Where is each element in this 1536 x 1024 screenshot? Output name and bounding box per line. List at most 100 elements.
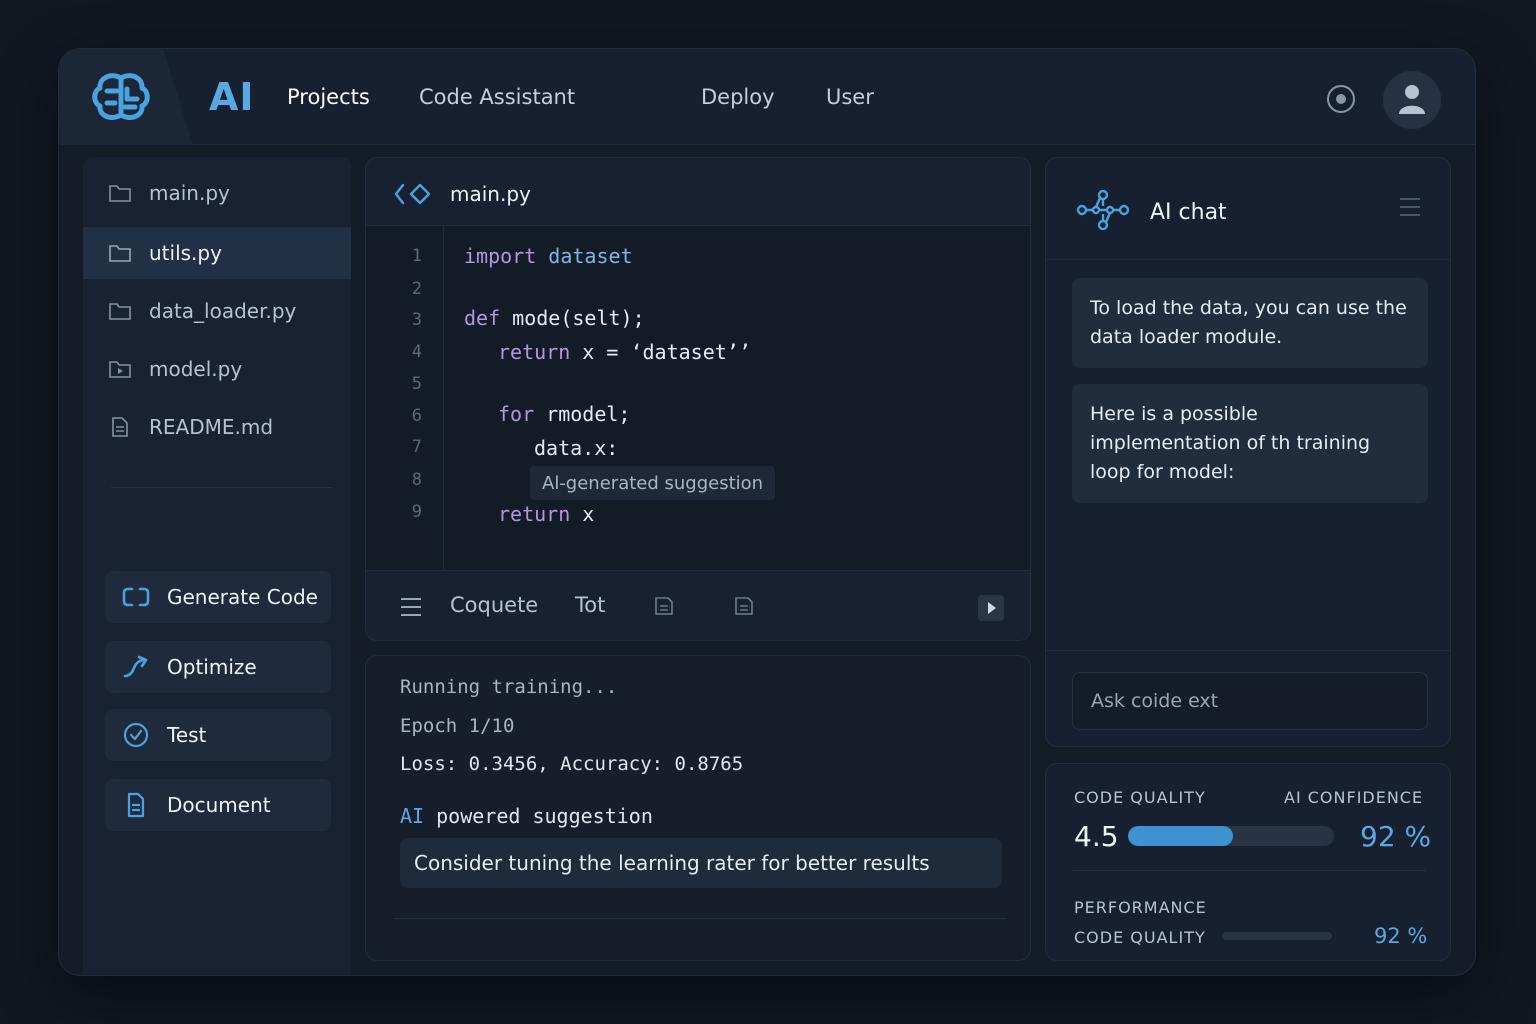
nav-projects[interactable]: Projects	[287, 85, 370, 109]
output-console: Running training... Epoch 1/10 Loss: 0.3…	[365, 655, 1031, 961]
run-play-button[interactable]	[978, 595, 1004, 621]
document-button[interactable]: Document	[105, 779, 331, 831]
ai-chat-panel: AI chat To load the data, you can use th…	[1045, 157, 1451, 747]
code-line-6[interactable]: for rmodel;	[498, 402, 630, 426]
chat-menu-icon[interactable]	[1400, 198, 1420, 222]
line-number: 1	[411, 246, 422, 266]
tab-filename: main.py	[450, 182, 531, 206]
code-line-1[interactable]: import dataset	[464, 244, 633, 268]
document-icon	[112, 417, 128, 437]
code-quality-2-value: 92 %	[1374, 924, 1428, 948]
document-label: Document	[167, 793, 271, 817]
file-item-utils-py[interactable]: utils.py	[83, 227, 351, 279]
chat-input[interactable]	[1072, 672, 1428, 730]
console-divider	[394, 918, 1006, 919]
code-quality-bar	[1128, 826, 1334, 846]
file-name: utils.py	[149, 241, 222, 265]
code-quality-label: CODE QUALITY	[1074, 788, 1206, 807]
chat-message: To load the data, you can use the data l…	[1072, 278, 1428, 368]
chat-message: Here is a possible implementation of th …	[1072, 384, 1428, 503]
line-number-gutter: 1 2 3 4 5 6 7 8 9	[366, 226, 444, 570]
code-quality-bar-2	[1222, 932, 1332, 940]
ai-confidence-value: 92 %	[1360, 820, 1432, 853]
editor-toolbar: Coquete Tot	[366, 570, 1030, 640]
generate-code-label: Generate Code	[167, 585, 318, 609]
metrics-panel: CODE QUALITY AI CONFIDENCE 4.5 92 % PERF…	[1045, 763, 1451, 961]
ai-suggestion-box[interactable]: Consider tuning the learning rater for b…	[400, 838, 1002, 888]
ai-suggestion-heading: AI powered suggestion	[400, 804, 653, 828]
brand-title: AI	[209, 75, 255, 119]
hamburger-menu-icon[interactable]	[400, 597, 422, 617]
chat-title: AI chat	[1150, 200, 1227, 225]
performance-label: PERFORMANCE	[1074, 898, 1207, 917]
network-nodes-icon	[1076, 190, 1130, 230]
code-text: dataset	[536, 244, 633, 268]
file-item-readme-md[interactable]: README.md	[83, 401, 351, 453]
chat-header: AI chat	[1046, 158, 1450, 260]
user-icon	[1399, 85, 1425, 114]
code-diamond-icon	[394, 183, 431, 205]
file-sidebar: main.py utils.py data_loader.py model.py…	[83, 157, 351, 975]
folder-icon	[109, 185, 131, 202]
ai-word: AI	[400, 804, 425, 828]
file-name: model.py	[149, 357, 243, 381]
document-icon	[127, 792, 145, 818]
nav-deploy[interactable]: Deploy	[701, 85, 775, 109]
file-item-model-py[interactable]: model.py	[83, 343, 351, 395]
code-text: x = ‘dataset’’	[570, 340, 751, 364]
file-icon[interactable]	[654, 596, 674, 616]
line-number: 4	[411, 342, 422, 362]
generate-code-button[interactable]: Generate Code	[105, 571, 331, 623]
toolbar-item-tot[interactable]: Tot	[575, 593, 605, 617]
line-number: 2	[411, 279, 422, 299]
code-editor[interactable]: main.py 1 2 3 4 5 6 7 8 9 import dataset…	[365, 157, 1031, 641]
file-name: README.md	[149, 415, 274, 439]
code-quality-label-2: CODE QUALITY	[1074, 928, 1206, 947]
code-keyword: return	[498, 502, 571, 526]
code-keyword: import	[464, 244, 537, 268]
sidebar-divider	[111, 487, 333, 488]
console-line: Epoch 1/10	[400, 715, 515, 737]
console-line: Running training...	[400, 676, 618, 698]
file-name: main.py	[149, 181, 230, 205]
code-keyword: return	[498, 340, 571, 364]
line-number: 8	[411, 470, 422, 490]
code-quality-bar-fill	[1128, 826, 1234, 846]
file-item-main-py[interactable]: main.py	[83, 167, 351, 219]
record-target-icon[interactable]	[1327, 85, 1355, 113]
top-bar: AI Projects Code Assistant Deploy User	[59, 49, 1475, 145]
code-line-4[interactable]: return x = ‘dataset’’	[498, 340, 751, 364]
trend-arrow-icon	[123, 655, 148, 678]
ai-heading-text: powered suggestion	[436, 804, 653, 828]
folder-icon	[109, 245, 131, 262]
nav-code-assistant[interactable]: Code Assistant	[419, 85, 575, 109]
line-number: 7	[411, 437, 422, 457]
code-line-9[interactable]: return x	[498, 502, 594, 526]
code-line-7[interactable]: data.x:	[534, 436, 618, 460]
code-text: x	[570, 502, 595, 526]
file-item-data-loader-py[interactable]: data_loader.py	[83, 285, 351, 337]
folder-icon	[109, 303, 131, 320]
brain-logo-icon	[92, 73, 150, 120]
file-name: data_loader.py	[149, 299, 297, 323]
user-avatar[interactable]	[1383, 71, 1441, 129]
line-number: 9	[411, 502, 422, 522]
code-keyword: for	[498, 402, 535, 426]
optimize-button[interactable]: Optimize	[105, 641, 331, 693]
toolbar-item-coquete[interactable]: Coquete	[450, 593, 538, 617]
file-icon[interactable]	[734, 596, 754, 616]
optimize-label: Optimize	[167, 655, 257, 679]
code-line-3[interactable]: def mode(selt);	[464, 306, 645, 330]
ai-suggestion-chip[interactable]: Al-generated suggestion	[530, 466, 776, 500]
test-button[interactable]: Test	[105, 709, 331, 761]
editor-tab-main-py[interactable]: main.py	[366, 158, 1030, 226]
check-circle-icon	[123, 722, 149, 748]
ai-confidence-label: AI CONFIDENCE	[1284, 788, 1424, 807]
folder-play-icon	[109, 361, 131, 378]
code-keyword: def	[464, 306, 501, 330]
code-text: mode(selt);	[500, 306, 645, 330]
line-number: 3	[411, 310, 422, 330]
console-line: Loss: 0.3456, Accuracy: 0.8765	[400, 753, 744, 775]
metrics-divider	[1072, 870, 1426, 871]
nav-user[interactable]: User	[826, 85, 874, 109]
